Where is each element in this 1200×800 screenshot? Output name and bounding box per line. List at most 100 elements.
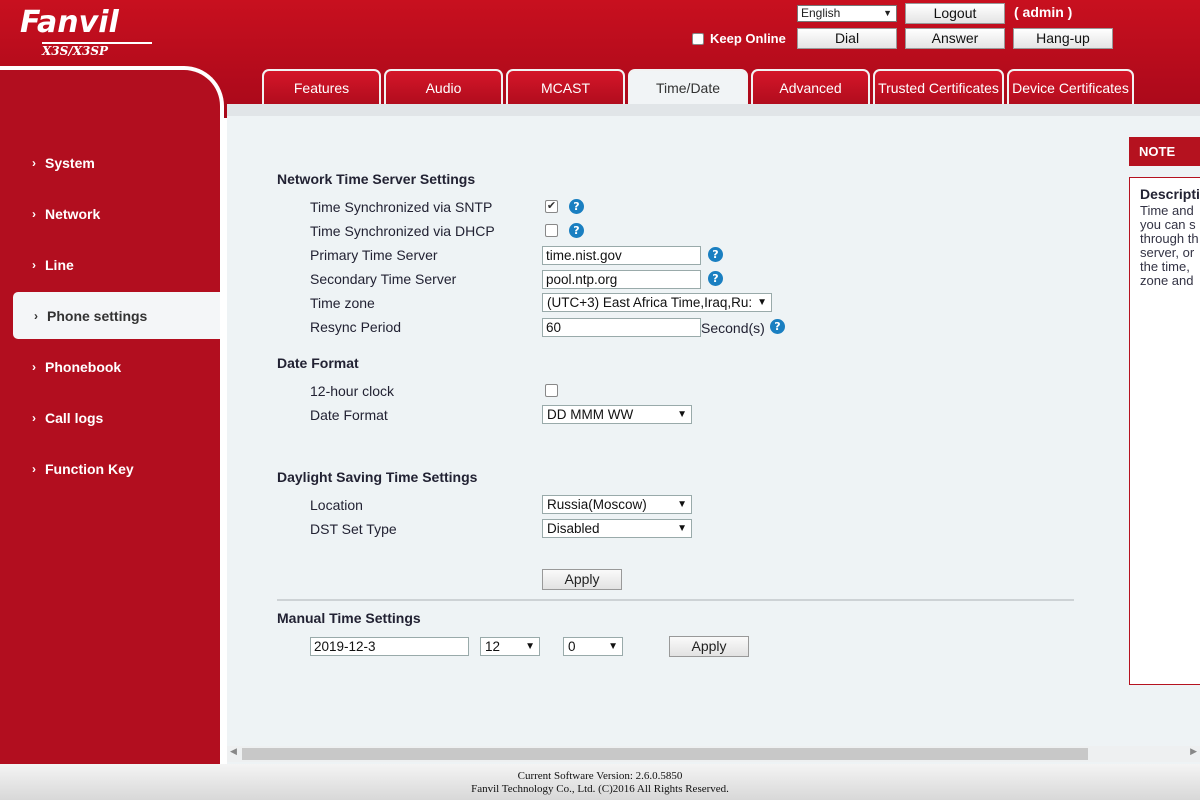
tab-trusted-certificates[interactable]: Trusted Certificates bbox=[873, 69, 1004, 105]
footer: Current Software Version: 2.6.0.5850 Fan… bbox=[0, 764, 1200, 800]
note-text: Time and you can s through th server, or… bbox=[1140, 204, 1200, 288]
help-icon[interactable]: ? bbox=[770, 319, 785, 334]
tab-audio[interactable]: Audio bbox=[384, 69, 503, 105]
dst-type-label: DST Set Type bbox=[310, 521, 397, 537]
sidebar-item-function-key[interactable]: › Function Key bbox=[0, 443, 220, 494]
sidebar-item-network[interactable]: › Network bbox=[0, 188, 220, 239]
help-icon[interactable]: ? bbox=[708, 247, 723, 262]
resync-unit: Second(s) bbox=[701, 320, 765, 336]
keep-online-checkbox[interactable] bbox=[692, 32, 704, 45]
scrollbar-thumb[interactable] bbox=[242, 748, 1088, 760]
date-format-label: Date Format bbox=[310, 407, 388, 423]
primary-server-input[interactable]: time.nist.gov bbox=[542, 246, 701, 265]
chevron-right-icon: › bbox=[34, 308, 38, 323]
sidebar-item-phone-settings[interactable]: › Phone settings bbox=[13, 292, 220, 339]
clock12-checkbox[interactable] bbox=[545, 384, 558, 397]
date-format-value: DD MMM WW bbox=[547, 407, 634, 422]
current-user: ( admin ) bbox=[1014, 4, 1073, 20]
timezone-select[interactable]: (UTC+3) East Africa Time,Iraq,Ru: ▼ bbox=[542, 293, 772, 312]
tab-time-date[interactable]: Time/Date bbox=[628, 69, 748, 105]
sidebar-item-label: Function Key bbox=[45, 460, 134, 477]
scroll-right-icon[interactable]: ▶ bbox=[1190, 747, 1197, 757]
sidebar-item-label: Call logs bbox=[45, 409, 104, 426]
dst-section-title: Daylight Saving Time Settings bbox=[277, 469, 478, 485]
chevron-right-icon: › bbox=[32, 257, 36, 272]
tab-advanced[interactable]: Advanced bbox=[751, 69, 870, 105]
location-select[interactable]: Russia(Moscow) ▼ bbox=[542, 495, 692, 514]
resync-input[interactable]: 60 bbox=[542, 318, 701, 337]
manual-apply-button[interactable]: Apply bbox=[669, 636, 749, 657]
dhcp-checkbox[interactable] bbox=[545, 224, 558, 237]
chevron-down-icon: ▼ bbox=[755, 294, 767, 311]
sidebar-item-phonebook[interactable]: › Phonebook bbox=[0, 341, 220, 392]
secondary-server-input[interactable]: pool.ntp.org bbox=[542, 270, 701, 289]
dhcp-label: Time Synchronized via DHCP bbox=[310, 223, 495, 239]
note-line: Time and bbox=[1140, 203, 1194, 218]
ntp-section-title: Network Time Server Settings bbox=[277, 171, 476, 187]
sidebar-menu: › System › Network › Line › Phone settings ›… bbox=[0, 137, 220, 494]
chevron-down-icon: ▼ bbox=[606, 638, 618, 655]
manual-hour-select[interactable]: 12 ▼ bbox=[480, 637, 540, 656]
date-format-select[interactable]: DD MMM WW ▼ bbox=[542, 405, 692, 424]
manual-minute-value: 0 bbox=[568, 639, 576, 654]
language-select[interactable]: English ▼ bbox=[797, 5, 897, 22]
resync-label: Resync Period bbox=[310, 319, 402, 335]
hangup-button[interactable]: Hang-up bbox=[1013, 28, 1113, 49]
logout-button[interactable]: Logout bbox=[905, 3, 1005, 24]
note-line: server, or bbox=[1140, 245, 1195, 260]
keep-online-label: Keep Online bbox=[710, 31, 786, 46]
tab-device-certificates[interactable]: Device Certificates bbox=[1007, 69, 1134, 105]
chevron-down-icon: ▼ bbox=[523, 638, 535, 655]
software-version: Current Software Version: 2.6.0.5850 bbox=[517, 770, 683, 782]
chevron-right-icon: › bbox=[32, 410, 36, 425]
language-value: English bbox=[801, 6, 841, 20]
dial-button[interactable]: Dial bbox=[797, 28, 897, 49]
sidebar-item-line[interactable]: › Line bbox=[0, 239, 220, 290]
help-icon[interactable]: ? bbox=[708, 271, 723, 286]
primary-server-label: Primary Time Server bbox=[310, 247, 438, 263]
chevron-down-icon: ▼ bbox=[675, 520, 687, 537]
location-label: Location bbox=[310, 497, 363, 513]
chevron-right-icon: › bbox=[32, 155, 36, 170]
chevron-down-icon: ▼ bbox=[883, 8, 892, 18]
manual-hour-value: 12 bbox=[485, 639, 501, 654]
tab-features[interactable]: Features bbox=[262, 69, 381, 105]
date-format-section-title: Date Format bbox=[277, 355, 359, 371]
note-line: through th bbox=[1140, 231, 1199, 246]
answer-button[interactable]: Answer bbox=[905, 28, 1005, 49]
chevron-right-icon: › bbox=[32, 461, 36, 476]
scroll-left-icon[interactable]: ◀ bbox=[230, 747, 237, 757]
sidebar-item-label: Network bbox=[45, 205, 101, 222]
note-panel: Descripti Time and you can s through th … bbox=[1129, 177, 1200, 685]
sidebar-item-system[interactable]: › System bbox=[0, 137, 220, 188]
tab-bar: Features Audio MCAST Time/Date Advanced … bbox=[262, 69, 1134, 105]
sidebar-item-label: System bbox=[45, 154, 95, 171]
note-line: zone and bbox=[1140, 273, 1194, 288]
timezone-value: (UTC+3) East Africa Time,Iraq,Ru: bbox=[547, 295, 753, 310]
chevron-down-icon: ▼ bbox=[675, 406, 687, 423]
sidebar-item-label: Phone settings bbox=[47, 307, 148, 324]
sidebar-item-label: Line bbox=[45, 256, 74, 273]
manual-date-input[interactable]: 2019-12-3 bbox=[310, 637, 469, 656]
sidebar-item-label: Phonebook bbox=[45, 358, 122, 375]
note-title: Descripti bbox=[1140, 186, 1200, 202]
dst-type-value: Disabled bbox=[547, 521, 600, 536]
divider bbox=[277, 599, 1074, 601]
keep-online[interactable]: Keep Online bbox=[692, 31, 786, 46]
dst-type-select[interactable]: Disabled ▼ bbox=[542, 519, 692, 538]
sntp-checkbox[interactable]: ✔ bbox=[545, 200, 558, 213]
note-line: you can s bbox=[1140, 217, 1196, 232]
location-value: Russia(Moscow) bbox=[547, 497, 647, 512]
horizontal-scrollbar[interactable]: ◀ ▶ bbox=[227, 746, 1200, 762]
note-header: NOTE bbox=[1129, 137, 1200, 166]
sidebar-item-call-logs[interactable]: › Call logs bbox=[0, 392, 220, 443]
note-line: the time, bbox=[1140, 259, 1190, 274]
help-icon[interactable]: ? bbox=[569, 223, 584, 238]
chevron-right-icon: › bbox=[32, 359, 36, 374]
apply-button[interactable]: Apply bbox=[542, 569, 622, 590]
chevron-right-icon: › bbox=[32, 206, 36, 221]
tab-mcast[interactable]: MCAST bbox=[506, 69, 625, 105]
help-icon[interactable]: ? bbox=[569, 199, 584, 214]
model-name: X3S/X3SP bbox=[42, 42, 152, 58]
manual-minute-select[interactable]: 0 ▼ bbox=[563, 637, 623, 656]
